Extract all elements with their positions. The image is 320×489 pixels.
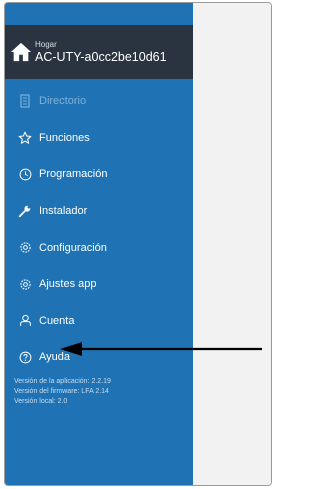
callout-arrow-icon	[60, 342, 262, 356]
